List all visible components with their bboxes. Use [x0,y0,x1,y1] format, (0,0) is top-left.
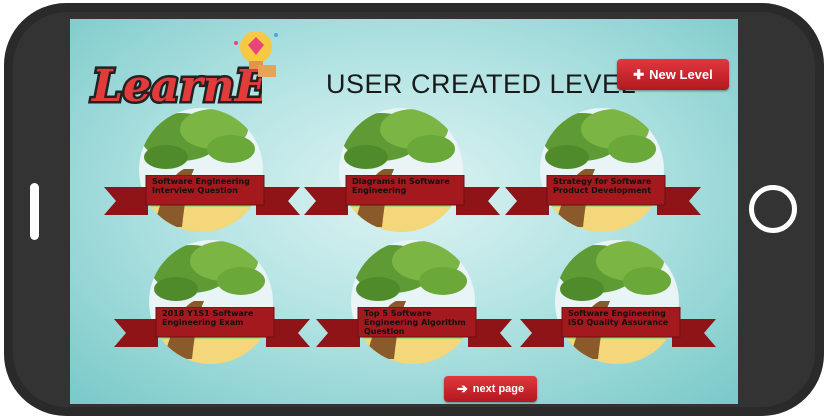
level-title: Software Engineering Interview Question [152,177,250,195]
level-title: Diagrams in Software Engineering [352,177,450,195]
level-card[interactable]: Software Engineering Interview Question [102,107,302,237]
app-screen: LearnEz USER CREATED LEVEL ✚ New Level [70,19,738,404]
plus-icon: ✚ [633,66,645,82]
level-card[interactable]: Diagrams in Software Engineering [302,107,502,237]
home-button[interactable] [749,185,797,233]
level-title: Strategy for Software Product Developmen… [553,177,652,195]
lightbulb-icon [234,31,278,77]
level-card[interactable]: Software Engineering ISO Quality Assuran… [518,239,718,369]
new-level-button[interactable]: ✚ New Level [617,59,729,90]
level-card[interactable]: Top 5 Software Engineering Algorithm Que… [314,239,514,369]
level-card[interactable]: Strategy for Software Product Developmen… [503,107,703,237]
level-title: Software Engineering ISO Quality Assuran… [568,309,669,327]
next-page-label: next page [472,383,525,395]
page-title: USER CREATED LEVEL [326,69,637,99]
speaker-slot [30,183,39,240]
level-title: 2018 Y1S1 Software Engineering Exam [162,309,254,327]
arrow-right-icon: ➔ [456,381,468,396]
level-card[interactable]: 2018 Y1S1 Software Engineering Exam [112,239,312,369]
next-page-button[interactable]: ➔ next page [444,376,537,402]
level-title: Top 5 Software Engineering Algorithm Que… [364,309,466,336]
new-level-label: New Level [649,67,713,82]
